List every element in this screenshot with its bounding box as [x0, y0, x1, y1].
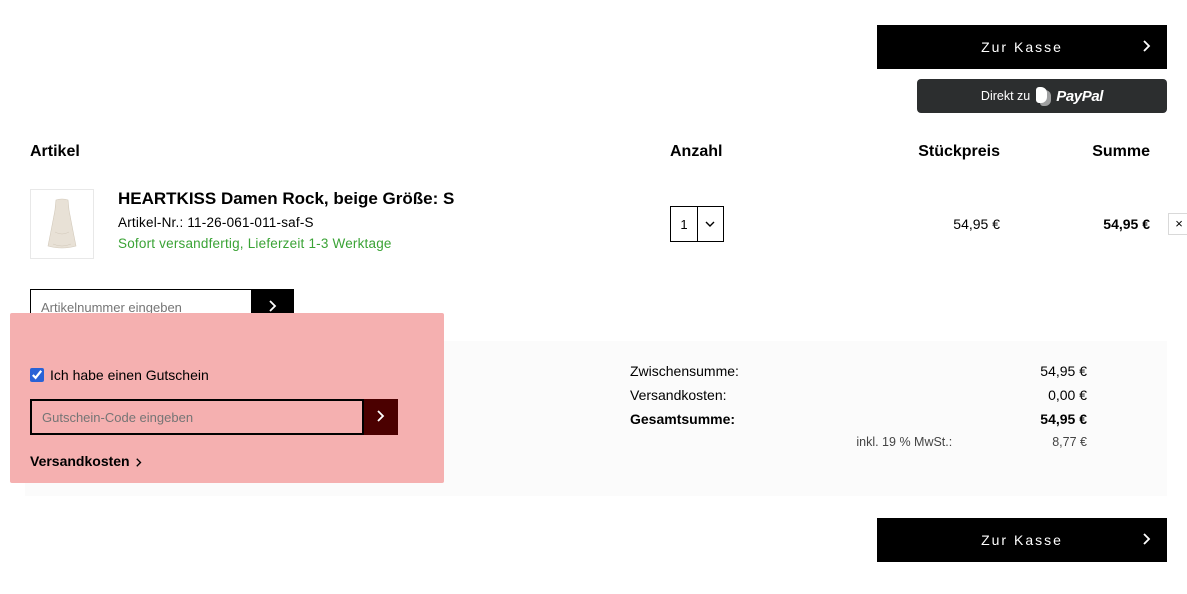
total-value: 54,95 € — [1040, 411, 1087, 427]
summary-panel: Ich habe einen Gutschein Versandkosten Z — [25, 341, 1167, 496]
subtotal-label: Zwischensumme: — [630, 363, 739, 379]
tax-value: 8,77 € — [1052, 435, 1087, 449]
coupon-code-input[interactable] — [30, 399, 364, 435]
coupon-checkbox-row[interactable]: Ich habe einen Gutschein — [30, 367, 590, 383]
checkout-label: Zur Kasse — [981, 532, 1063, 548]
chevron-right-icon — [136, 454, 142, 470]
coupon-apply-button[interactable] — [364, 399, 398, 435]
cart-header-row: Artikel Anzahl Stückpreis Summe — [25, 143, 1167, 161]
paypal-express-button[interactable]: Direkt zu PayPal — [917, 79, 1167, 113]
coupon-label: Ich habe einen Gutschein — [50, 367, 209, 383]
chevron-right-icon — [1143, 39, 1151, 55]
quantity-value: 1 — [671, 207, 698, 241]
product-availability: Sofort versandfertig, Lieferzeit 1-3 Wer… — [118, 236, 454, 251]
coupon-checkbox[interactable] — [30, 368, 44, 382]
product-title[interactable]: HEARTKISS Damen Rock, beige Größe: S — [118, 189, 454, 209]
unit-price: 54,95 € — [830, 216, 1010, 232]
header-qty: Anzahl — [670, 143, 830, 161]
quantity-selector[interactable]: 1 — [670, 206, 724, 242]
paypal-prefix: Direkt zu — [981, 89, 1030, 103]
cart-item-row: HEARTKISS Damen Rock, beige Größe: S Art… — [25, 189, 1167, 259]
chevron-right-icon — [377, 410, 385, 425]
shipping-costs-link[interactable]: Versandkosten — [30, 453, 590, 470]
chevron-right-icon — [1143, 532, 1151, 548]
tax-label: inkl. 19 % MwSt.: — [630, 435, 1012, 449]
checkout-button-bottom[interactable]: Zur Kasse — [877, 518, 1167, 562]
product-sku: Artikel-Nr.: 11-26-061-011-saf-S — [118, 215, 454, 230]
skirt-icon — [42, 196, 82, 252]
shipping-label: Versandkosten: — [630, 387, 727, 403]
product-thumbnail[interactable] — [30, 189, 94, 259]
header-sum: Summe — [1010, 143, 1150, 161]
checkout-button-top[interactable]: Zur Kasse — [877, 25, 1167, 69]
subtotal-value: 54,95 € — [1040, 363, 1087, 379]
remove-item-button[interactable]: × — [1168, 213, 1187, 235]
paypal-logo: PayPal — [1036, 87, 1103, 105]
chevron-down-icon[interactable] — [698, 207, 723, 241]
header-item: Artikel — [30, 143, 670, 161]
shipping-value: 0,00 € — [1048, 387, 1087, 403]
row-sum: 54,95 € — [1010, 216, 1150, 232]
checkout-label: Zur Kasse — [981, 39, 1063, 55]
total-label: Gesamtsumme: — [630, 411, 735, 427]
header-unit-price: Stückpreis — [830, 143, 1010, 161]
